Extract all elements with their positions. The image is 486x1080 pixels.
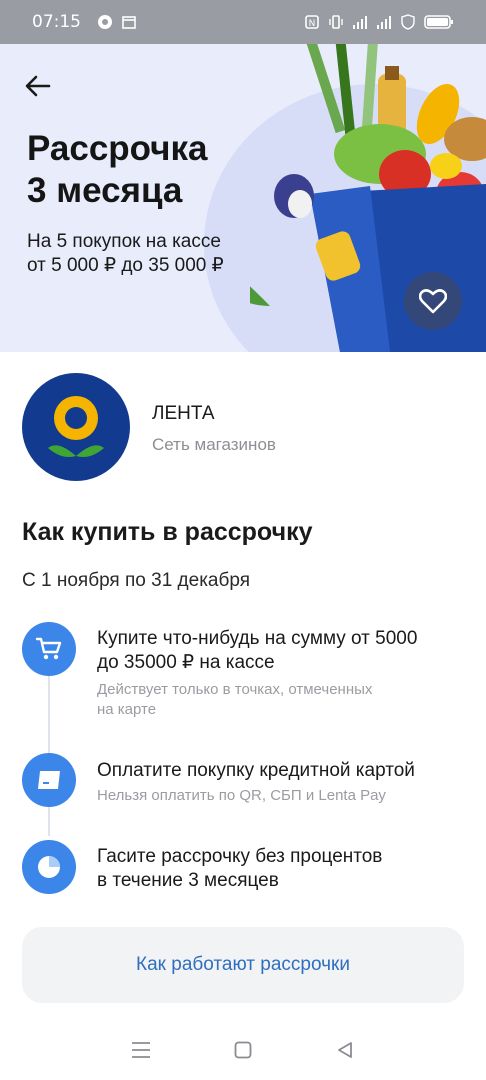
sunflower-logo-icon <box>48 396 104 457</box>
heart-icon <box>419 289 447 314</box>
step-1-title: Купите что-нибудь на сумму от 5000 до 35… <box>97 628 418 673</box>
step-3-title: Гасите рассрочку без процентов в течение… <box>97 846 383 891</box>
merchant-type: Сеть магазинов <box>152 435 276 454</box>
status-bar: 07:15 N <box>0 0 486 44</box>
4g-signal-icon <box>377 16 391 29</box>
step-1-icon-circle <box>22 622 76 676</box>
chrome-icon <box>98 15 112 29</box>
home-square-icon <box>234 1041 252 1059</box>
promo-banner: Рассрочка 3 месяца На 5 покупок на кассе… <box>0 44 486 352</box>
promo-title: Рассрочка 3 месяца <box>27 129 208 210</box>
vpn-icon <box>401 14 415 30</box>
merchant-logo <box>22 373 130 481</box>
status-time: 07:15 <box>32 12 81 32</box>
promo-period: С 1 ноября по 31 декабря <box>22 570 251 591</box>
step-2-icon-circle <box>22 753 76 807</box>
back-button[interactable] <box>20 68 56 104</box>
nfc-icon: N <box>305 15 319 29</box>
section-title: Как купить в рассрочку <box>22 518 313 546</box>
system-nav-bar <box>0 1020 486 1080</box>
signal-icon <box>353 16 367 29</box>
pie-chart-icon <box>38 856 60 878</box>
menu-icon <box>132 1042 150 1058</box>
nav-home-button[interactable] <box>231 1038 255 1062</box>
step-2-title: Оплатите покупку кредитной картой <box>97 760 415 781</box>
back-triangle-icon <box>338 1042 352 1058</box>
battery-icon <box>424 15 453 29</box>
arrow-left-icon <box>25 75 51 97</box>
nav-back-button[interactable] <box>333 1038 357 1062</box>
vibrate-icon <box>329 15 343 29</box>
step-3-icon-circle <box>22 840 76 894</box>
step-2-note: Нельзя оплатить по QR, СБП и Lenta Pay <box>97 787 386 804</box>
credit-card-icon <box>38 771 60 789</box>
cart-icon <box>35 637 62 660</box>
promo-subtitle: На 5 покупок на кассе от 5 000 ₽ до 35 0… <box>27 231 224 276</box>
step-1-note: Действует только в точках, отмеченных на… <box>97 681 373 718</box>
calendar-icon <box>122 16 136 29</box>
merchant-card[interactable]: ЛЕНТА Сеть магазинов <box>22 373 462 483</box>
svg-text:N: N <box>309 19 316 29</box>
merchant-name: ЛЕНТА <box>152 403 215 424</box>
nav-menu-button[interactable] <box>129 1038 153 1062</box>
how-installments-work-button[interactable]: Как работают рассрочки <box>22 927 464 1003</box>
favorite-button[interactable] <box>404 272 462 330</box>
